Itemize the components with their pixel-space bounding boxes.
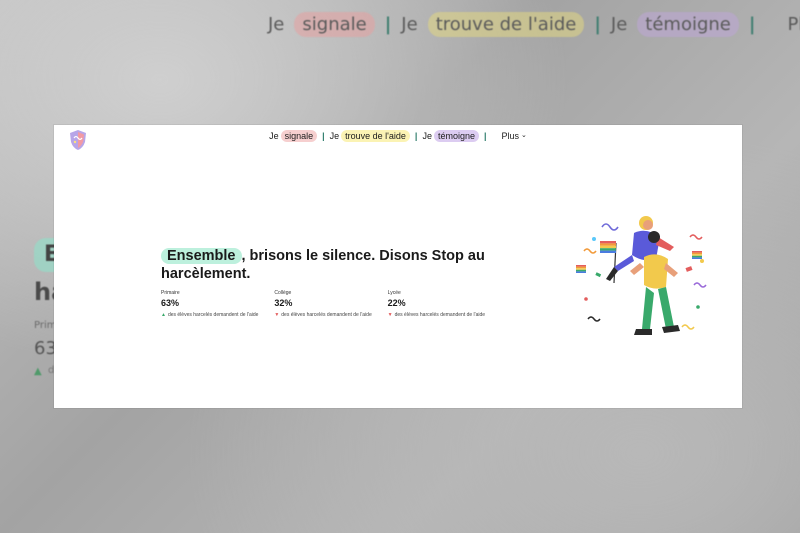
stat-value: 32%: [274, 298, 293, 308]
chevron-down-icon: ⌄: [521, 132, 527, 139]
page-window: Je signale | Je trouve de l'aide | Je té…: [54, 125, 742, 408]
nav-item-trouve-aide[interactable]: Je trouve de l'aide: [330, 130, 410, 142]
bg-separator: |: [384, 14, 392, 35]
hero-illustration: [576, 216, 707, 335]
nav-label-temoigne: témoigne: [433, 130, 479, 142]
bg-nav-signale: signale: [294, 12, 375, 37]
bg-separator: |: [748, 14, 756, 35]
bg-trend-up-icon: ▲: [34, 366, 42, 377]
hero-headline: Ensemble, brisons le silence. Disons Sto…: [161, 247, 501, 283]
stat-value: 22%: [387, 298, 406, 308]
stat-label: Primaire: [161, 290, 180, 296]
nav-item-signale[interactable]: Je signale: [269, 130, 318, 142]
stat-label: Collège: [274, 290, 292, 296]
nav-label-trouve-aide: trouve de l'aide: [341, 130, 410, 142]
stat-description: ▲ des élèves harcelés demandent de l'aid…: [161, 312, 259, 318]
nav-prefix: Je: [422, 131, 432, 141]
nav-more-button[interactable]: Plus ⌄: [502, 131, 527, 141]
bg-nav-prefix: Je: [610, 14, 628, 35]
nav-label-signale: signale: [280, 130, 318, 142]
bg-nav-temoigne: témoigne: [637, 12, 739, 37]
stat-primaire: Primaire 63% ▲ des élèves harcelés deman…: [161, 290, 274, 318]
stat-description: ▼ des élèves harcelés demandent de l'aid…: [387, 312, 486, 318]
nav-prefix: Je: [269, 131, 279, 141]
stat-college: Collège 32% ▼ des élèves harcelés demand…: [274, 290, 387, 318]
stat-value: 63%: [161, 298, 180, 308]
nav-separator: |: [414, 131, 418, 141]
nav-prefix: Je: [329, 131, 340, 141]
trend-down-icon: ▼: [274, 312, 280, 318]
stats-row: Primaire 63% ▲ des élèves harcelés deman…: [161, 290, 501, 318]
trend-down-icon: ▼: [387, 312, 393, 318]
stat-lycee: Lycée 22% ▼ des élèves harcelés demanden…: [388, 290, 501, 318]
stat-label: Lycée: [387, 290, 401, 296]
main-nav: Je signale | Je trouve de l'aide | Je té…: [54, 130, 742, 142]
stat-description: ▼ des élèves harcelés demandent de l'aid…: [274, 312, 372, 318]
bg-nav-plus: Plus ⌄: [787, 14, 800, 35]
bg-nav-prefix: Je: [268, 14, 285, 35]
hero-section: Ensemble, brisons le silence. Disons Sto…: [161, 247, 501, 318]
bg-nav-aide: trouve de l'aide: [427, 12, 585, 37]
bg-separator: |: [594, 14, 601, 35]
nav-more-label: Plus: [501, 131, 520, 141]
trend-up-icon: ▲: [161, 312, 166, 318]
nav-item-temoigne[interactable]: Je témoigne: [422, 130, 479, 142]
bg-nav-prefix: Je: [401, 14, 418, 35]
nav-separator: |: [322, 131, 325, 141]
background-nav: Je signale | Je trouve de l'aide | Je té…: [268, 12, 800, 37]
hero-highlight: Ensemble: [161, 248, 242, 264]
nav-separator: |: [484, 131, 487, 141]
